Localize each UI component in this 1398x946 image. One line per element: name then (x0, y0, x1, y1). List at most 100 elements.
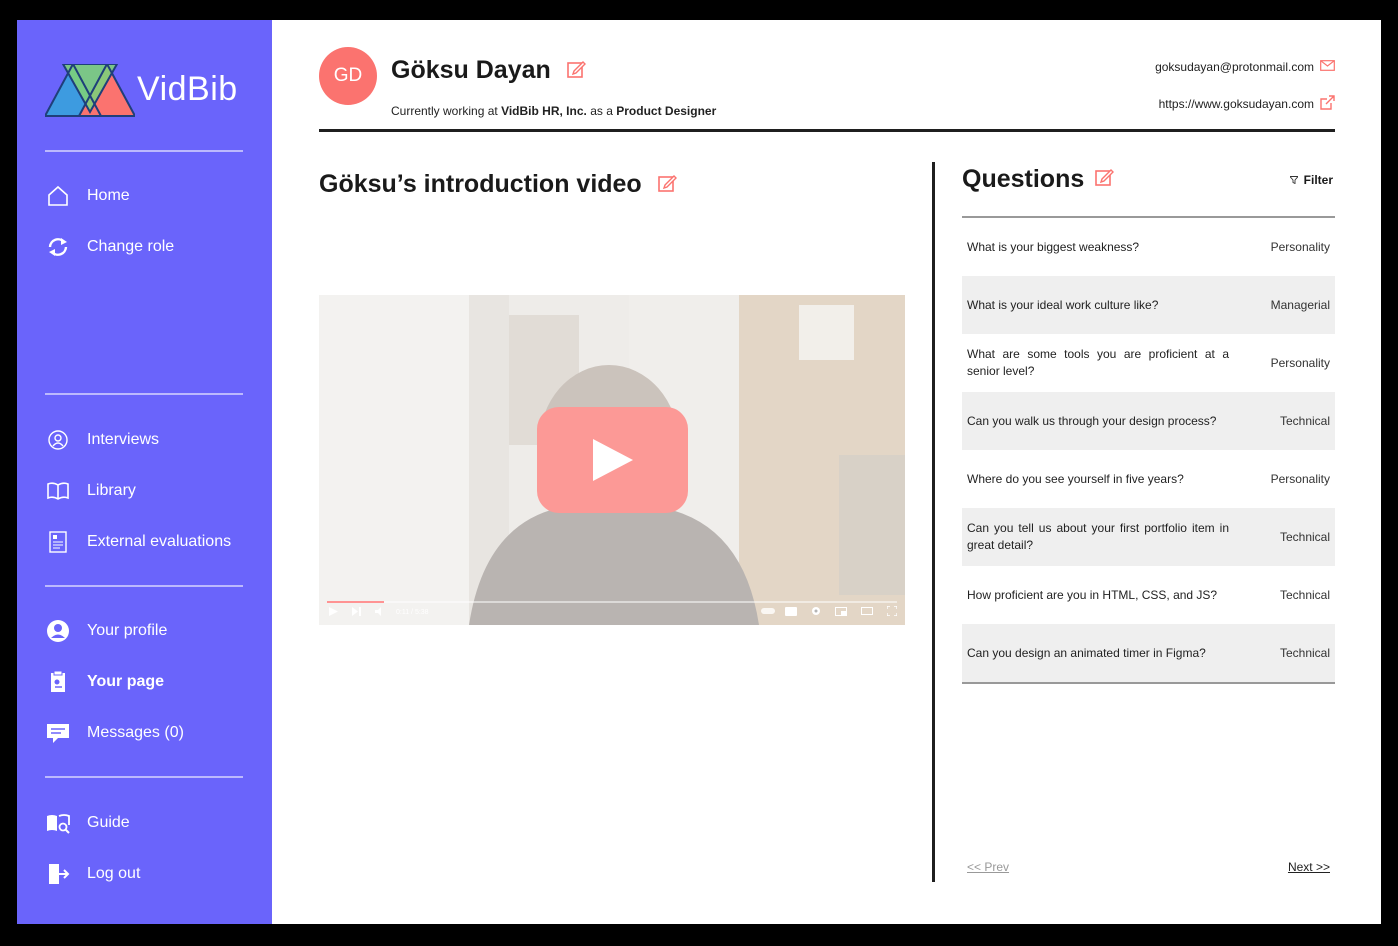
question-text: Where do you see yourself in five years? (967, 471, 1184, 486)
settings-icon[interactable] (811, 606, 821, 618)
video-time: 0:11 / 5:38 (396, 608, 429, 616)
sidebar-item-change-role[interactable]: Change role (45, 231, 174, 263)
sidebar-item-messages[interactable]: Messages (0) (45, 717, 184, 749)
email-link[interactable]: goksudayan@protonmail.com (1155, 60, 1314, 74)
external-link-icon (1320, 95, 1335, 113)
edit-name-icon[interactable] (566, 57, 586, 86)
sidebar: VidBib Home Change role Interviews Libra… (17, 20, 272, 924)
video-player[interactable]: 0:11 / 5:38 (319, 295, 905, 625)
question-row[interactable]: Can you walk us through your design proc… (962, 392, 1335, 450)
questions-title-row: Questions (962, 165, 1115, 194)
sidebar-item-log-out[interactable]: Log out (45, 858, 140, 890)
sidebar-divider (45, 393, 243, 395)
autoplay-icon[interactable] (761, 607, 775, 617)
refresh-icon (45, 234, 71, 260)
questions-title: Questions (962, 165, 1085, 193)
captions-icon[interactable] (785, 606, 797, 618)
question-row[interactable]: What is your biggest weakness? Personali… (962, 218, 1335, 276)
question-category: Technical (1279, 530, 1330, 544)
logo-text: VidBib (137, 70, 238, 108)
logo-icon (45, 64, 135, 117)
sidebar-item-library[interactable]: Library (45, 475, 136, 507)
question-row[interactable]: Can you design an animated timer in Figm… (962, 624, 1335, 682)
play-button[interactable] (537, 407, 688, 513)
user-circle-icon (45, 618, 71, 644)
filter-label: Filter (1303, 173, 1333, 187)
sidebar-item-label: External evaluations (87, 533, 232, 550)
website-row[interactable]: https://www.goksudayan.com (1159, 95, 1335, 113)
video-title: Göksu’s introduction video (319, 170, 642, 198)
prev-page-link[interactable]: << Prev (967, 860, 1009, 874)
sidebar-item-label: Your profile (87, 622, 168, 639)
sidebar-item-guide[interactable]: Guide (45, 807, 130, 839)
filter-icon (1288, 173, 1299, 187)
sidebar-item-interviews[interactable]: Interviews (45, 424, 159, 456)
question-category: Personality (1270, 356, 1330, 370)
question-text: What are some tools you are proficient a… (967, 347, 1229, 378)
home-icon (45, 183, 71, 209)
question-category: Technical (1279, 646, 1330, 660)
header-divider (319, 129, 1335, 132)
logo[interactable]: VidBib (45, 64, 245, 120)
next-video-icon[interactable] (352, 606, 361, 618)
evaluation-doc-icon (45, 529, 71, 555)
question-category: Technical (1279, 414, 1330, 428)
filter-button[interactable]: Filter (1288, 173, 1333, 187)
question-text: Can you tell us about your first portfol… (967, 521, 1229, 552)
question-row[interactable]: Can you tell us about your first portfol… (962, 508, 1335, 566)
question-text: What is your biggest weakness? (967, 239, 1140, 254)
mail-icon (1320, 60, 1335, 74)
sidebar-divider (45, 150, 243, 152)
message-icon (45, 720, 71, 746)
question-row[interactable]: Where do you see yourself in five years?… (962, 450, 1335, 508)
sidebar-item-home[interactable]: Home (45, 180, 130, 212)
job-role: Product Designer (616, 104, 717, 118)
video-title-row: Göksu’s introduction video (319, 170, 677, 200)
question-category: Personality (1270, 472, 1330, 486)
play-icon (592, 439, 633, 481)
avatar[interactable]: GD (319, 47, 377, 105)
interviews-icon (45, 427, 71, 453)
guide-icon (45, 810, 71, 836)
page-icon (45, 669, 71, 695)
play-small-icon[interactable] (329, 606, 338, 618)
sidebar-item-your-profile[interactable]: Your profile (45, 615, 167, 647)
edit-video-icon[interactable] (657, 171, 677, 200)
video-controls: 0:11 / 5:38 (319, 599, 905, 625)
question-row[interactable]: What are some tools you are proficient a… (962, 334, 1335, 392)
question-text: What is your ideal work culture like? (967, 297, 1159, 312)
fullscreen-icon[interactable] (886, 605, 898, 618)
question-category: Managerial (1270, 298, 1330, 312)
question-row[interactable]: What is your ideal work culture like? Ma… (962, 276, 1335, 334)
edit-questions-icon[interactable] (1094, 165, 1115, 194)
question-text: Can you walk us through your design proc… (967, 413, 1217, 428)
theater-mode-icon[interactable] (861, 607, 873, 617)
book-icon (45, 478, 71, 504)
email-row[interactable]: goksudayan@protonmail.com (1155, 60, 1335, 74)
app-window: VidBib Home Change role Interviews Libra… (17, 20, 1381, 924)
sidebar-divider (45, 776, 243, 778)
question-category: Technical (1279, 588, 1330, 602)
question-text: How proficient are you in HTML, CSS, and… (967, 587, 1218, 602)
sidebar-item-label: Change role (87, 238, 175, 255)
sidebar-item-label: Interviews (87, 431, 160, 448)
sidebar-item-label: Home (87, 187, 130, 204)
sidebar-divider (45, 585, 243, 587)
volume-icon[interactable] (375, 606, 384, 618)
profile-name: Göksu Dayan (391, 56, 551, 84)
sidebar-item-label: Your page (87, 673, 165, 690)
question-text: Can you design an animated timer in Figm… (967, 645, 1206, 660)
main-content: GD Göksu Dayan Currently working at VidB… (272, 20, 1381, 924)
miniplayer-icon[interactable] (835, 606, 847, 618)
sidebar-item-label: Messages (0) (87, 724, 184, 741)
questions-table: What is your biggest weakness? Personali… (962, 216, 1335, 684)
profile-name-row: Göksu Dayan (391, 56, 586, 86)
website-link[interactable]: https://www.goksudayan.com (1159, 97, 1314, 111)
employment-text: Currently working at VidBib HR, Inc. as … (391, 104, 717, 118)
question-row[interactable]: How proficient are you in HTML, CSS, and… (962, 566, 1335, 624)
logout-icon (45, 861, 71, 887)
next-page-link[interactable]: Next >> (1288, 860, 1330, 874)
sidebar-item-external-evaluations[interactable]: External evaluations (45, 526, 231, 558)
column-divider (932, 162, 935, 882)
sidebar-item-your-page[interactable]: Your page (45, 666, 164, 698)
